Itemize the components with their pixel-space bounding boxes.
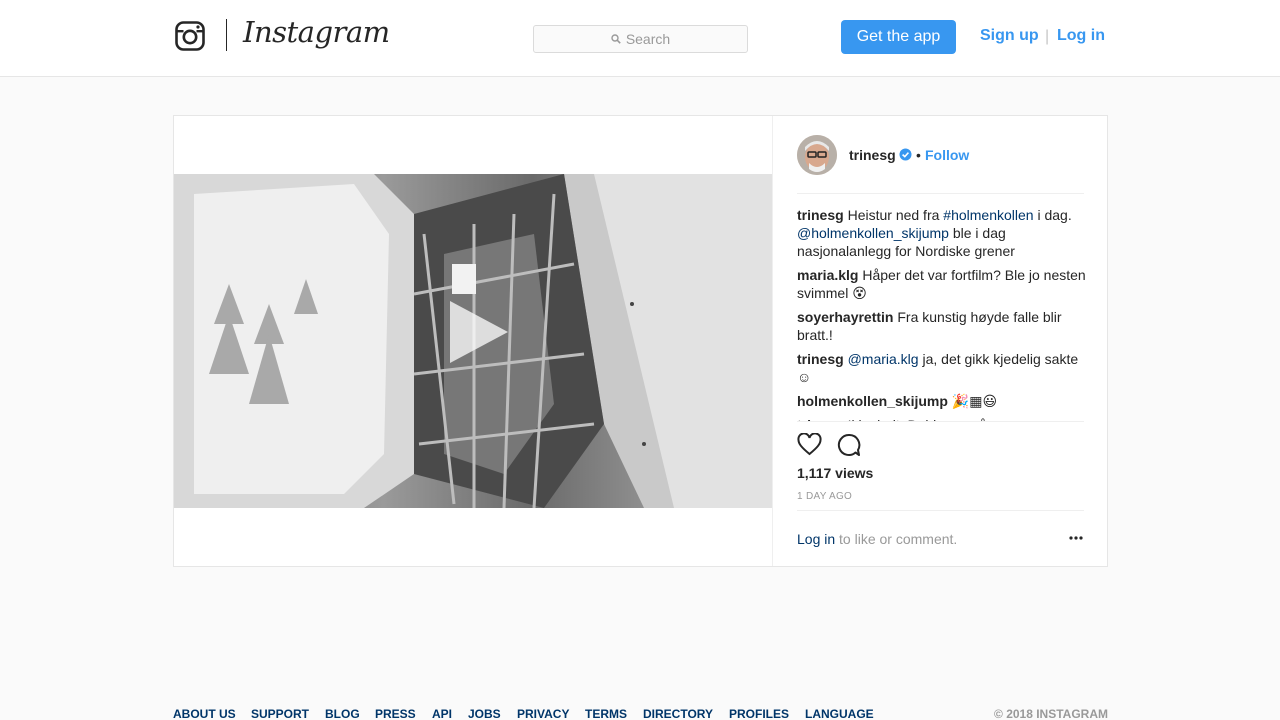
search-placeholder: Search [625,31,671,47]
login-prompt: Log in to like or comment. [797,531,957,547]
avatar[interactable] [797,135,837,175]
comment-username[interactable]: trinesg [797,351,844,367]
footer-link-privacy[interactable]: PRIVACY [517,707,569,720]
comment-text: 🎉▦😃 [951,393,998,409]
comment-username[interactable]: holmenkollen_skijump [797,393,948,409]
comment-mention-link[interactable]: @holmenkollen_skijump [797,225,949,241]
play-icon[interactable] [446,299,510,365]
logo-divider [226,19,227,51]
comment: trinesg @maria.klg ja, det gikk kjedelig… [797,350,1087,386]
divider [797,421,1084,422]
follow-separator-dot: • [916,147,921,163]
search-input[interactable]: Search [533,25,748,53]
get-the-app-button[interactable]: Get the app [841,20,956,54]
footer-link-blog[interactable]: BLOG [325,707,360,720]
comment-mention-link[interactable]: @maria.klg [848,351,919,367]
copyright: © 2018 INSTAGRAM [994,707,1108,720]
comment-text: Heistur ned fra [847,207,944,223]
footer: ABOUT US SUPPORT BLOG PRESS API JOBS PRI… [173,707,1108,720]
comment-username[interactable]: soyerhayrettin [797,309,893,325]
comment-mention-link[interactable]: #holmenkollen [943,207,1033,223]
instagram-camera-icon[interactable] [175,21,205,51]
footer-link-api[interactable]: API [432,707,452,720]
post-username[interactable]: trinesg [849,147,896,163]
verified-badge-icon [899,148,912,161]
view-count: 1,117 views [797,465,874,481]
comments-list[interactable]: trinesg Heistur ned fra #holmenkollen i … [797,206,1087,422]
log-in-link[interactable]: Log in [1057,27,1105,45]
comment-username[interactable]: trinesg [797,207,844,223]
post-sidebar: trinesg • Follow trinesg Heistur ned fra… [772,116,1107,566]
footer-link-profiles[interactable]: PROFILES [729,707,789,720]
footer-link-directory[interactable]: DIRECTORY [643,707,713,720]
footer-link-press[interactable]: PRESS [375,707,416,720]
video-player[interactable] [174,174,772,508]
footer-link-terms[interactable]: TERMS [585,707,627,720]
comment-text: i dag. [1033,207,1072,223]
comment-username[interactable]: maria.klg [797,267,858,283]
comment: soyerhayrettin Fra kunstig høyde falle b… [797,308,1087,344]
divider [797,193,1084,194]
post-timestamp: 1 DAY AGO [797,491,853,502]
top-navbar: Instagram Search Get the app Sign up | L… [0,0,1280,77]
auth-separator: | [1045,28,1050,45]
sign-up-link[interactable]: Sign up [980,27,1039,45]
footer-link-language[interactable]: LANGUAGE [805,707,874,720]
comment-icon[interactable] [837,433,861,457]
search-icon [611,34,621,44]
comment: trinesg Heistur ned fra #holmenkollen i … [797,206,1087,260]
login-prompt-text: to like or comment. [835,531,958,547]
follow-button[interactable]: Follow [925,147,969,163]
post-media [174,116,772,566]
post-card: trinesg • Follow trinesg Heistur ned fra… [173,115,1108,567]
more-options-icon[interactable] [1069,536,1083,540]
footer-link-support[interactable]: SUPPORT [251,707,309,720]
divider [797,510,1084,511]
login-to-like-link[interactable]: Log in [797,531,835,547]
comment: holmenkollen_skijump 🎉▦😃 [797,392,1087,410]
footer-link-about-us[interactable]: ABOUT US [173,707,236,720]
comment: maria.klg Håper det var fortfilm? Ble jo… [797,266,1087,302]
heart-icon[interactable] [797,433,822,456]
instagram-wordmark[interactable]: Instagram [243,15,390,49]
footer-link-jobs[interactable]: JOBS [468,707,501,720]
